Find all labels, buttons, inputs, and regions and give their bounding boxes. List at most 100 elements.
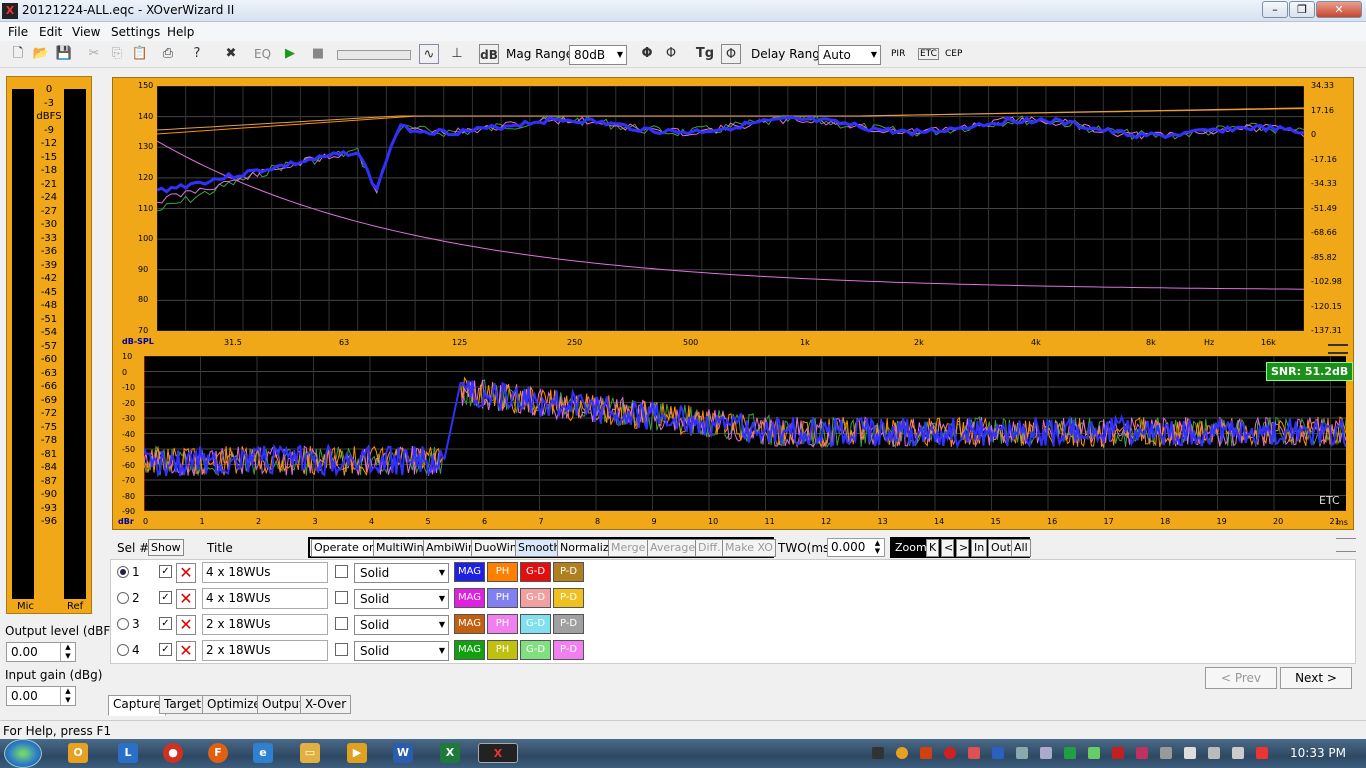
tab-x-over[interactable]: X-Over (300, 695, 352, 714)
trace-p-d-toggle[interactable]: P-D (553, 562, 584, 582)
input-gain-spinner[interactable]: ▲ ▼ (60, 687, 75, 705)
trace-p-d-toggle[interactable]: P-D (553, 640, 584, 660)
tray-icon[interactable] (944, 747, 956, 759)
delete-icon[interactable]: ✕ (176, 589, 196, 609)
row-title-input[interactable]: 2 x 18WUs (202, 614, 328, 635)
stop-icon[interactable]: ■ (308, 44, 328, 64)
line-style-select[interactable]: Solid ▼ (354, 563, 449, 583)
ambiwin-button[interactable]: AmbiWin (423, 539, 478, 557)
menu-edit[interactable]: Edit (39, 25, 62, 39)
mag-range-select[interactable]: 80dB ▼ (569, 45, 627, 65)
tray-icon[interactable] (1040, 747, 1052, 759)
row-show-checkbox[interactable]: ✓ (159, 617, 172, 630)
two-spinner[interactable]: ▲ ▼ (871, 539, 884, 556)
row-title-input[interactable]: 2 x 18WUs (202, 640, 328, 661)
tray-icon[interactable] (1136, 747, 1148, 759)
curve-icon[interactable]: ∿ (419, 44, 439, 64)
antivirus-icon[interactable] (1112, 747, 1124, 759)
trace-p-d-toggle[interactable]: P-D (553, 614, 584, 634)
row-option-checkbox[interactable] (335, 565, 348, 578)
delay-phase-icon[interactable]: Φ (721, 44, 741, 64)
trace-ph-toggle[interactable]: PH (487, 640, 518, 660)
zoom-first-button[interactable]: K (926, 539, 939, 557)
cut-icon[interactable]: ✂ (84, 44, 104, 64)
tray-icon[interactable] (1160, 747, 1172, 759)
delete-icon[interactable]: ✕ (176, 615, 196, 635)
menu-settings[interactable]: Settings (111, 25, 160, 39)
row-show-checkbox[interactable]: ✓ (159, 591, 172, 604)
output-level-spinner[interactable]: ▲ ▼ (60, 643, 75, 661)
ie-taskbar-icon[interactable]: e (253, 743, 273, 763)
minimize-button[interactable]: – (1262, 1, 1288, 18)
panel-splitter[interactable] (1336, 538, 1356, 552)
trace-mag-toggle[interactable]: MAG (454, 640, 485, 660)
chrome-taskbar-icon[interactable]: ● (163, 743, 183, 763)
row-option-checkbox[interactable] (335, 643, 348, 656)
trace-p-d-toggle[interactable]: P-D (553, 588, 584, 608)
prev-button[interactable]: < Prev (1205, 667, 1277, 689)
trace-ph-toggle[interactable]: PH (487, 562, 518, 582)
tray-icon[interactable] (1208, 747, 1220, 759)
row-option-checkbox[interactable] (335, 617, 348, 630)
trace-g-d-toggle[interactable]: G-D (520, 640, 551, 660)
copy-icon[interactable]: ⎘ (107, 44, 127, 64)
menu-help[interactable]: Help (167, 25, 194, 39)
excel-taskbar-icon[interactable]: X (440, 743, 460, 763)
trace-mag-toggle[interactable]: MAG (454, 614, 485, 634)
cursor-icon[interactable]: ⊥ (447, 44, 467, 64)
line-style-select[interactable]: Solid ▼ (354, 615, 449, 635)
trace-g-d-toggle[interactable]: G-D (520, 614, 551, 634)
tab-capture[interactable]: Capture (108, 695, 166, 716)
tg-button[interactable]: Tg (695, 44, 715, 64)
trace-g-d-toggle[interactable]: G-D (520, 588, 551, 608)
phase-icon[interactable]: Φ (637, 44, 657, 64)
tray-icon[interactable] (1064, 747, 1076, 759)
trace-ph-toggle[interactable]: PH (487, 588, 518, 608)
tray-icon[interactable] (1016, 747, 1028, 759)
delete-icon[interactable]: ✕ (176, 563, 196, 583)
cep-button[interactable]: CEP (945, 49, 962, 59)
operate-on-button[interactable]: Operate on (311, 539, 379, 557)
tray-icon[interactable] (896, 747, 908, 759)
lync-taskbar-icon[interactable]: L (118, 743, 138, 763)
row-select-radio[interactable] (117, 644, 129, 656)
row-show-checkbox[interactable]: ✓ (159, 565, 172, 578)
volume-muted-icon[interactable] (1256, 747, 1268, 759)
wrap-phase-icon[interactable]: Φ (661, 44, 681, 64)
tray-icon[interactable] (1088, 747, 1100, 759)
open-folder-icon[interactable]: 📂 (31, 44, 51, 64)
explorer-taskbar-icon[interactable]: ▭ (300, 743, 320, 763)
zoom-all-button[interactable]: All (1011, 539, 1031, 557)
next-button[interactable]: Next > (1280, 667, 1352, 689)
start-button[interactable] (4, 739, 42, 768)
merge-button[interactable]: Merge (608, 539, 649, 557)
etc-plot[interactable] (143, 355, 1347, 512)
tools-icon[interactable]: ✖ (221, 44, 241, 64)
save-icon[interactable]: 💾 (54, 44, 74, 64)
word-taskbar-icon[interactable]: W (393, 743, 413, 763)
maximize-button[interactable]: ❐ (1289, 1, 1315, 18)
menu-view[interactable]: View (72, 25, 100, 39)
row-title-input[interactable]: 4 x 18WUs (202, 588, 328, 609)
show-button[interactable]: Show (148, 539, 184, 556)
new-file-icon[interactable]: 🗋 (8, 44, 28, 64)
flag-icon[interactable] (1232, 747, 1244, 759)
zoom-back-button[interactable]: < (941, 539, 954, 557)
outlook-taskbar-icon[interactable]: O (68, 743, 88, 763)
delay-range-select[interactable]: Auto ▼ (818, 45, 881, 65)
db-button[interactable]: dB (479, 44, 499, 64)
zoom-in-button[interactable]: In (971, 539, 988, 557)
row-option-checkbox[interactable] (335, 591, 348, 604)
tray-icon[interactable] (872, 747, 884, 759)
trace-ph-toggle[interactable]: PH (487, 614, 518, 634)
tray-icon[interactable] (968, 747, 980, 759)
trace-g-d-toggle[interactable]: G-D (520, 562, 551, 582)
line-style-select[interactable]: Solid ▼ (354, 589, 449, 609)
line-style-select[interactable]: Solid ▼ (354, 641, 449, 661)
eq-button[interactable]: EQ (254, 47, 271, 61)
multiwin-button[interactable]: MultiWin (373, 539, 427, 557)
row-show-checkbox[interactable]: ✓ (159, 643, 172, 656)
media-player-taskbar-icon[interactable]: ▶ (347, 743, 367, 763)
etc-button[interactable]: ETC (918, 48, 939, 60)
row-select-radio[interactable] (117, 618, 129, 630)
